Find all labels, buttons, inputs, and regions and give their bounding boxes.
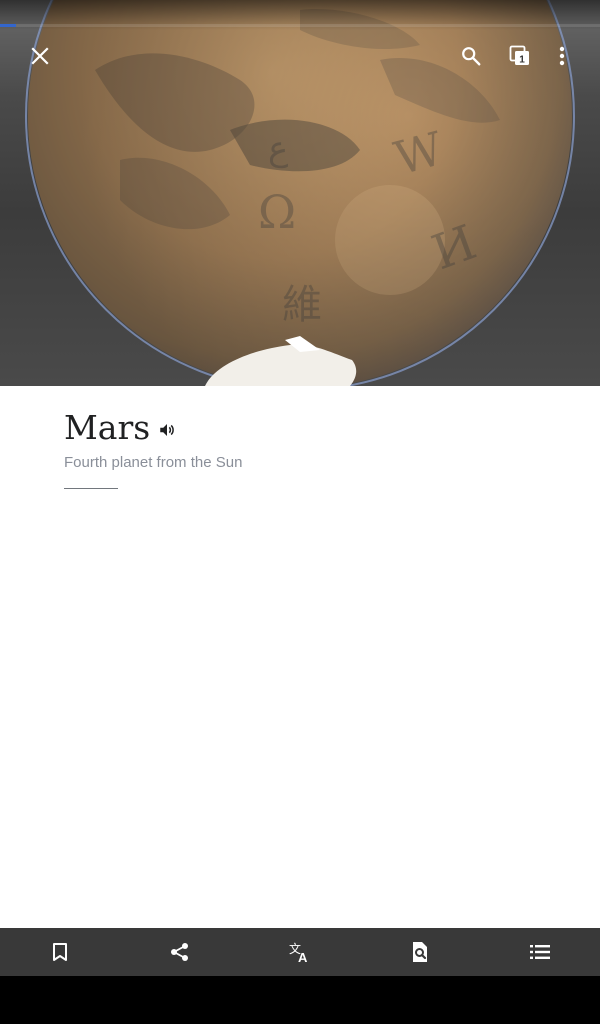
lead-image[interactable]: Ω W И 維 ع 1: [0, 0, 600, 386]
tabs-button[interactable]: 1: [500, 36, 540, 76]
article-header: Mars Fourth planet from the Sun: [64, 404, 544, 489]
overflow-menu-button[interactable]: [542, 36, 582, 76]
page-load-progress: [0, 24, 600, 27]
tabs-icon: 1: [509, 45, 529, 66]
svg-text:維: 維: [282, 282, 322, 328]
share-button[interactable]: [120, 928, 240, 976]
translate-button[interactable]: 文 A: [240, 928, 360, 976]
svg-text:ع: ع: [268, 129, 288, 169]
search-icon: [462, 47, 481, 66]
article-description: Fourth planet from the Sun: [64, 454, 243, 471]
close-button[interactable]: [20, 36, 60, 76]
find-in-page-button[interactable]: [360, 928, 480, 976]
header-divider: [64, 488, 118, 489]
save-button[interactable]: [0, 928, 120, 976]
system-navigation-bar: [0, 976, 600, 1024]
svg-text:Ω: Ω: [258, 185, 296, 239]
translate-icon: 文 A: [289, 941, 308, 964]
page-action-bar: 文 A: [0, 928, 600, 976]
find-in-page-icon: [413, 942, 427, 962]
search-button[interactable]: [451, 36, 491, 76]
svg-text:A: A: [298, 950, 308, 964]
page-load-progress-fill: [0, 24, 17, 27]
bookmark-icon: [53, 943, 67, 961]
contents-button[interactable]: [480, 928, 600, 976]
tab-count: 1: [519, 55, 525, 66]
volume-icon[interactable]: [158, 421, 176, 439]
share-icon: [171, 943, 188, 961]
more-vert-icon: [559, 46, 565, 66]
article-title: Mars: [64, 408, 151, 447]
contents-list-icon: [530, 945, 550, 959]
close-icon: [31, 47, 49, 65]
